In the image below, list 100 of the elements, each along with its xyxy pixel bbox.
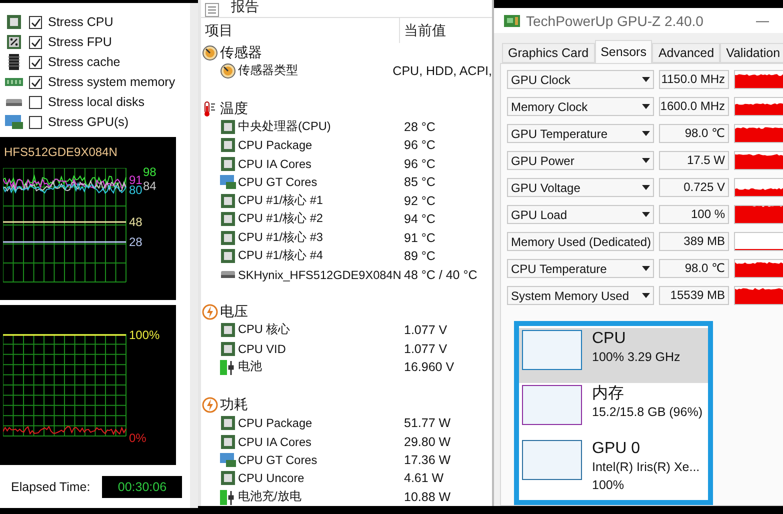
caret-icon bbox=[642, 266, 650, 271]
performance-item[interactable]: CPU 100% 3.29 GHz bbox=[519, 328, 708, 383]
caret-icon bbox=[642, 77, 650, 82]
checkbox[interactable] bbox=[29, 116, 42, 128]
sensor-reading: 1150.0 MHz bbox=[659, 70, 729, 89]
caret-icon bbox=[642, 104, 650, 109]
graph-value-label: 0% bbox=[129, 432, 146, 444]
disk-drive-icon bbox=[220, 271, 236, 278]
sensor-name[interactable]: 中央处理器(CPU) bbox=[238, 119, 331, 135]
sensor-name[interactable]: 电池充/放电 bbox=[238, 488, 302, 505]
monitor-card-icon bbox=[5, 114, 23, 130]
checkbox-label: Stress GPU(s) bbox=[48, 115, 129, 129]
tab[interactable]: Graphics Card bbox=[502, 43, 595, 63]
checkbox-label: Stress system memory bbox=[48, 75, 176, 89]
sensor-name[interactable]: CPU Package bbox=[238, 416, 312, 430]
checkbox-label: Stress local disks bbox=[48, 95, 145, 109]
graph-value-label: 91 bbox=[129, 174, 142, 186]
sensor-value: 89 °C bbox=[404, 249, 436, 264]
minimize-button[interactable]: — bbox=[752, 13, 773, 28]
checkbox[interactable] bbox=[29, 76, 42, 88]
checkbox[interactable] bbox=[29, 36, 42, 48]
sensor-value: 4.61 W bbox=[404, 471, 444, 486]
chip-icon bbox=[220, 156, 236, 172]
checkbox[interactable] bbox=[29, 56, 42, 68]
sensor-value: 16.960 V bbox=[404, 360, 454, 374]
item-name: GPU 0 bbox=[592, 440, 642, 458]
item-detail: 15.2/15.8 GB (96%) bbox=[592, 404, 702, 421]
sensor-dropdown[interactable]: GPU Load bbox=[507, 205, 654, 224]
sensor-reading: 98.0 ℃ bbox=[659, 259, 729, 278]
group-label[interactable]: 温度 bbox=[220, 100, 248, 118]
sensor-value: 92 °C bbox=[404, 194, 436, 208]
sensor-name[interactable]: CPU 核心 bbox=[238, 322, 290, 338]
sensor-dropdown[interactable]: Memory Clock bbox=[507, 97, 654, 116]
sensor-name[interactable]: CPU #1/核心 #2 bbox=[238, 211, 323, 228]
sensor-name[interactable]: CPU Uncore bbox=[238, 471, 304, 486]
caret-icon bbox=[642, 131, 650, 136]
sensor-value: 51.77 W bbox=[404, 416, 451, 430]
sensor-reading: 389 MB bbox=[659, 232, 729, 251]
checkbox[interactable] bbox=[29, 16, 42, 28]
graphics-card-icon bbox=[504, 14, 520, 26]
gauge-icon bbox=[220, 63, 236, 80]
sensor-name[interactable]: CPU IA Cores bbox=[238, 434, 312, 449]
caret-icon bbox=[642, 293, 650, 298]
chip-icon bbox=[220, 211, 236, 228]
sensor-name[interactable]: 传感器类型 bbox=[238, 63, 298, 80]
item-name: CPU bbox=[592, 330, 627, 348]
sensor-name[interactable]: CPU IA Cores bbox=[238, 156, 312, 171]
memory-chip-icon bbox=[5, 54, 23, 70]
sensor-dropdown[interactable]: GPU Clock bbox=[507, 70, 654, 89]
sensor-dropdown[interactable]: GPU Voltage bbox=[507, 178, 654, 197]
sensor-dropdown[interactable]: GPU Temperature bbox=[507, 124, 654, 143]
sensor-dropdown[interactable]: System Memory Used bbox=[507, 286, 654, 305]
disk-drive-icon bbox=[5, 98, 23, 106]
sensor-name[interactable]: CPU VID bbox=[238, 342, 286, 356]
graph-value-label: 28 bbox=[129, 236, 142, 248]
group-label[interactable]: 功耗 bbox=[220, 396, 248, 414]
chip-icon bbox=[220, 119, 236, 135]
caret-icon bbox=[642, 158, 650, 163]
sensor-value: 85 °C bbox=[404, 175, 436, 190]
group-label[interactable]: 电压 bbox=[220, 302, 248, 321]
sensor-name[interactable]: CPU #1/核心 #3 bbox=[238, 230, 323, 246]
caret-icon bbox=[642, 212, 650, 217]
sensor-dropdown[interactable]: CPU Temperature bbox=[507, 259, 654, 278]
elapsed-time-label: Elapsed Time: bbox=[11, 480, 90, 494]
sensor-reading: 98.0 ℃ bbox=[659, 124, 729, 143]
chip-icon bbox=[220, 192, 236, 209]
graph-value-label: 48 bbox=[129, 216, 142, 228]
sensor-name[interactable]: CPU #1/核心 #1 bbox=[238, 192, 323, 209]
sensor-reading: 0.725 V bbox=[659, 178, 729, 197]
battery-plug-icon bbox=[220, 488, 236, 505]
sensor-name[interactable]: CPU GT Cores bbox=[238, 453, 318, 467]
graph-value-label: 100% bbox=[129, 329, 160, 341]
tab[interactable]: Validation bbox=[720, 43, 783, 63]
chip-icon bbox=[220, 137, 236, 154]
column-header[interactable]: 项目 bbox=[201, 18, 400, 44]
sensor-dropdown[interactable]: GPU Power bbox=[507, 151, 654, 170]
sensor-value: 1.077 V bbox=[404, 323, 448, 338]
checkbox-label: Stress FPU bbox=[48, 35, 112, 49]
sensor-name[interactable]: 电池 bbox=[238, 359, 262, 376]
graph-value-label: 98 bbox=[143, 166, 156, 178]
sensor-value: CPU, HDD, ACPI, bbox=[392, 64, 492, 78]
sensor-name[interactable]: CPU Package bbox=[238, 138, 312, 152]
sensor-name[interactable]: SKHynix_HFS512GDE9X084N bbox=[238, 268, 402, 282]
sensor-name[interactable]: CPU #1/核心 #4 bbox=[238, 248, 323, 264]
group-label[interactable]: 传感器 bbox=[220, 44, 262, 62]
tab[interactable]: Sensors bbox=[594, 40, 652, 63]
checkbox[interactable] bbox=[29, 96, 42, 108]
column-header[interactable]: 当前值 bbox=[400, 18, 446, 44]
sensor-value: 96 °C bbox=[404, 138, 436, 152]
checkbox-label: Stress cache bbox=[48, 55, 120, 69]
report-title: 报告 bbox=[231, 0, 259, 14]
lightning-icon bbox=[202, 304, 218, 320]
sensor-value: 96 °C bbox=[404, 156, 436, 171]
sensor-value: 28 °C bbox=[404, 120, 436, 134]
sensor-name[interactable]: CPU GT Cores bbox=[238, 175, 318, 190]
tab[interactable]: Advanced bbox=[652, 43, 720, 63]
checkbox-label: Stress CPU bbox=[48, 15, 114, 29]
monitor-card-icon bbox=[220, 174, 236, 190]
sensor-dropdown[interactable]: Memory Used (Dedicated) bbox=[507, 232, 654, 251]
chip-icon bbox=[220, 470, 236, 486]
